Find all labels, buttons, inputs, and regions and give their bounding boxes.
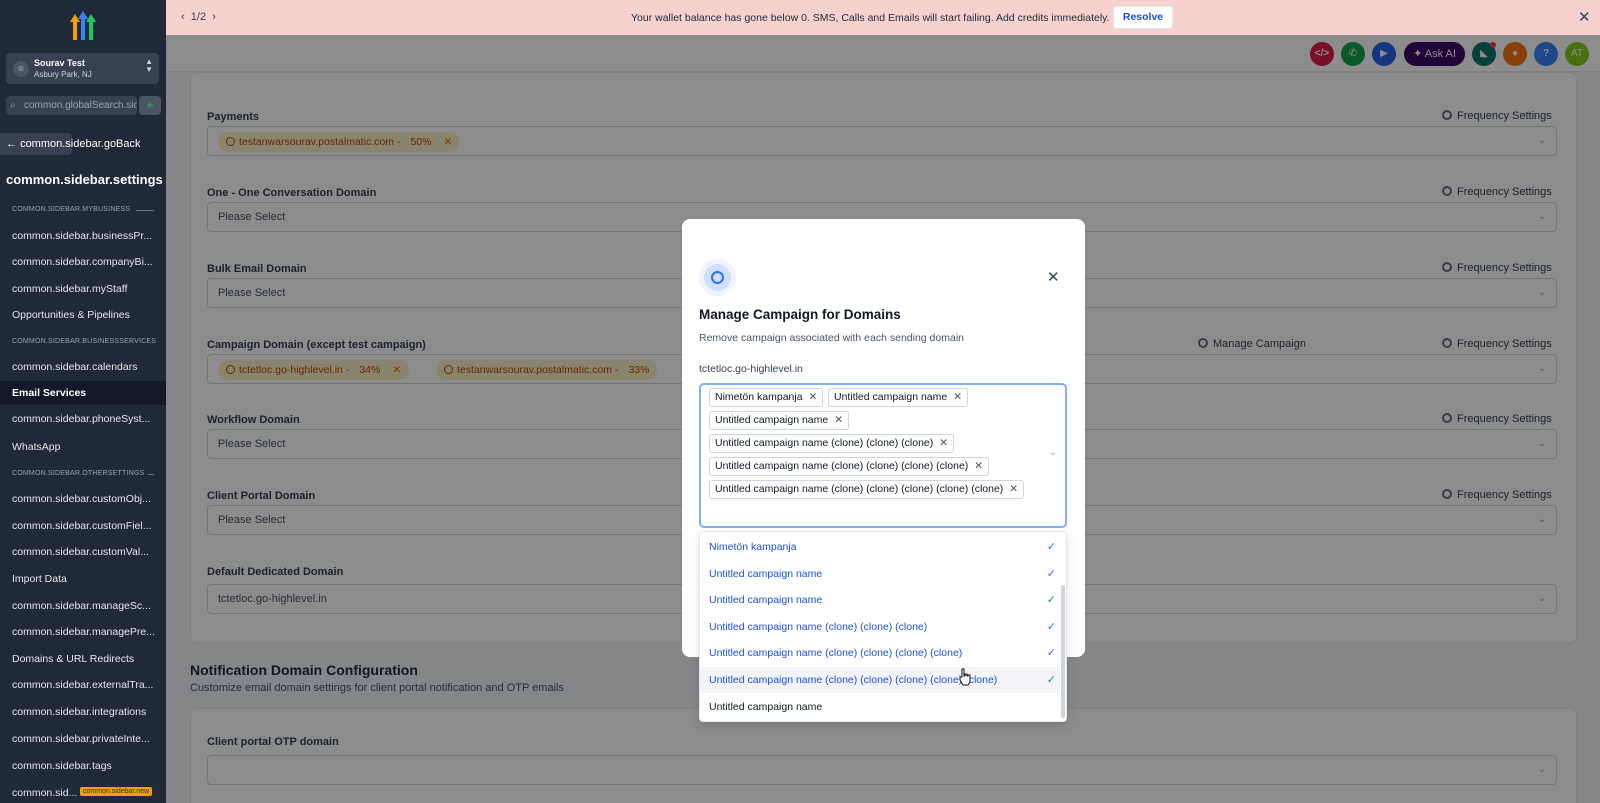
sidebar-item-custom-values[interactable]: common.sidebar.customVal... [0,540,166,564]
dropdown-option[interactable]: Untitled campaign name ✓ [700,587,1060,613]
sidebar-item-custom-objects[interactable]: common.sidebar.customObj... [0,487,166,511]
remove-chip-icon[interactable]: ✕ [953,391,962,403]
dropdown-option[interactable]: Untitled campaign name ✓ [700,561,1060,587]
sidebar-item-business-profile[interactable]: common.sidebar.businessPr... [0,224,166,248]
sidebar-item-phone-system[interactable]: common.sidebar.phoneSyst... [0,407,166,431]
campaign-chip: Nimetön kampanja ✕ [709,388,824,407]
sidebar-item-domains[interactable]: Domains & URL Redirects [0,647,166,671]
check-icon: ✓ [1046,621,1056,633]
section-other-settings: COMMON.SIDEBAR.OTHERSETTINGS [12,470,145,477]
check-icon: ✓ [1046,674,1056,686]
section-divider [136,210,154,211]
new-badge: common.sidebar.new [80,787,153,796]
remove-chip-icon[interactable]: ✕ [809,391,818,403]
section-business-services: COMMON.SIDEBAR.BUSINESSSERVICES [12,338,157,345]
campaign-dropdown: Nimetön kampanja ✓ Untitled campaign name… [699,531,1067,722]
check-icon: ✓ [1046,568,1056,580]
modal-close-icon[interactable]: ✕ [1047,268,1060,286]
check-icon: ✓ [1046,647,1056,659]
sidebar-item-company-billing[interactable]: common.sidebar.companyBi... [0,250,166,274]
location-icon: ⌾ [13,61,29,77]
sidebar-item-my-staff[interactable]: common.sidebar.myStaff [0,277,166,301]
campaign-chip: Untitled campaign name ✕ [709,411,850,430]
dropdown-option[interactable]: Untitled campaign name (clone) (clone) (… [700,640,1060,666]
chevron-left-icon[interactable]: ‹ [181,11,185,23]
modal-subtitle: Remove campaign associated with each sen… [699,332,964,344]
remove-chip-icon[interactable]: ✕ [834,414,843,426]
check-icon: ✓ [1046,541,1056,553]
section-divider [148,474,154,475]
sidebar-item-opportunities[interactable]: Opportunities & Pipelines [0,303,166,327]
banner-close-icon[interactable]: ✕ [1578,8,1591,26]
sidebar: ⌾ Sourav Test Asbury Park, NJ ▲ ▼ ⌕ commo… [0,0,166,803]
banner-message: Your wallet balance has gone below 0. SM… [631,12,1110,24]
campaign-chip: Untitled campaign name (clone) (clone) (… [709,434,955,453]
sidebar-item-manage-preferences[interactable]: common.sidebar.managePre... [0,620,166,644]
location-city: Asbury Park, NJ [34,70,92,79]
sidebar-item-email-services[interactable]: Email Services [0,381,166,405]
hand-cursor-icon [959,668,971,686]
section-my-business: COMMON.SIDEBAR.MYBUSINESS [12,206,131,213]
app-logo-icon [70,11,96,40]
location-switcher[interactable]: ⌾ Sourav Test Asbury Park, NJ ▲ ▼ [6,53,159,84]
search-icon: ⌕ [10,100,16,111]
sidebar-item-whatsapp[interactable]: WhatsApp [0,435,166,459]
dropdown-option[interactable]: Untitled campaign name [700,694,1060,720]
modal-domain-label: tctetloc.go-highlevel.in [699,363,803,375]
banner-pager: ‹ 1/2 › [181,11,216,23]
modal-gear-icon [699,259,736,296]
sidebar-item-custom-fields[interactable]: common.sidebar.customFiel... [0,514,166,538]
dropdown-scrollbar[interactable] [1061,585,1065,718]
check-icon: ✓ [1046,594,1056,606]
sidebar-item-tags[interactable]: common.sidebar.tags [0,754,166,778]
resolve-button[interactable]: Resolve [1113,6,1173,29]
modal-title: Manage Campaign for Domains [699,307,901,322]
chevron-right-icon[interactable]: › [212,11,216,23]
dropdown-option[interactable]: Untitled campaign name (clone) (clone) (… [700,667,1060,693]
sidebar-item-private-integrations[interactable]: common.sidebar.privateInte... [0,727,166,751]
campaign-chip: Untitled campaign name (clone) (clone) (… [709,480,1025,499]
remove-chip-icon[interactable]: ✕ [939,437,948,449]
dropdown-option[interactable]: Nimetön kampanja ✓ [700,534,1060,560]
arrow-left-icon: ← [6,138,17,150]
sidebar-item-integrations[interactable]: common.sidebar.integrations [0,700,166,724]
remove-chip-icon[interactable]: ✕ [974,460,983,472]
sidebar-item-manage-scoring[interactable]: common.sidebar.manageSc... [0,594,166,618]
sidebar-title: common.sidebar.settings [6,172,163,187]
quick-add-button[interactable]: + [139,96,161,115]
remove-chip-icon[interactable]: ✕ [1009,483,1018,495]
go-back-button[interactable]: ← common.sidebar.goBack [6,138,141,150]
chevron-updown-icon: ▲ ▼ [145,57,153,74]
global-search-input[interactable]: ⌕ common.globalSearch.sidebar [6,96,137,115]
campaign-multiselect[interactable]: Nimetön kampanja ✕ Untitled campaign name… [699,383,1067,528]
chevron-down-icon: ⌄ [1048,447,1057,458]
campaign-chip: Untitled campaign name (clone) (clone) (… [709,457,990,476]
sidebar-item-calendars[interactable]: common.sidebar.calendars [0,355,166,379]
sidebar-item-external-tracking[interactable]: common.sidebar.externalTra... [0,673,166,697]
sidebar-item-import-data[interactable]: Import Data [0,567,166,591]
campaign-chip: Untitled campaign name ✕ [828,388,969,407]
location-name: Sourav Test [34,58,85,68]
dropdown-option[interactable]: Untitled campaign name (clone) (clone) (… [700,614,1060,640]
